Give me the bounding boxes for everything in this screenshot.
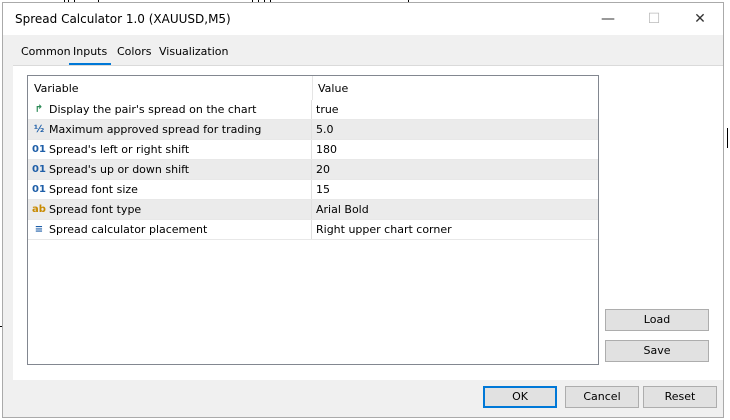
- variable-name: Spread's left or right shift: [49, 143, 190, 156]
- grid-row[interactable]: 01 Spread's up or down shift 20: [28, 160, 598, 180]
- variable-name: Spread calculator placement: [49, 223, 208, 236]
- variable-cell: ½ Maximum approved spread for trading: [28, 120, 312, 139]
- value-cell[interactable]: Right upper chart corner: [312, 220, 598, 239]
- grid-row[interactable]: ab Spread font type Arial Bold: [28, 200, 598, 220]
- maximize-icon: ☐: [647, 11, 661, 27]
- cancel-button[interactable]: Cancel: [565, 386, 639, 408]
- value-cell[interactable]: Arial Bold: [312, 200, 598, 219]
- fraction-icon: ½: [33, 124, 45, 135]
- variable-cell: 01 Spread's up or down shift: [28, 160, 312, 179]
- save-button[interactable]: Save: [605, 340, 709, 362]
- tab-visualization[interactable]: Visualization: [155, 43, 232, 63]
- grid-row[interactable]: ↱ Display the pair's spread on the chart t…: [28, 100, 598, 120]
- ok-button[interactable]: OK: [483, 386, 557, 408]
- value-cell[interactable]: 15: [312, 180, 598, 199]
- tab-inputs[interactable]: Inputs: [69, 43, 112, 65]
- tab-common[interactable]: Common: [17, 43, 75, 63]
- load-button[interactable]: Load: [605, 309, 709, 331]
- variable-name: Spread's up or down shift: [49, 163, 190, 176]
- variable-name: Spread font type: [49, 203, 142, 216]
- minimize-icon: —: [601, 11, 615, 27]
- variable-cell: 01 Spread font size: [28, 180, 312, 199]
- enum-icon: ≡: [34, 224, 44, 235]
- grid-header: Variable Value: [28, 76, 598, 100]
- integer-icon: 01: [32, 164, 46, 175]
- inputs-grid: Variable Value ↱ Display the pair's sprea…: [27, 75, 599, 365]
- value-cell[interactable]: 20: [312, 160, 598, 179]
- background-chart-edge: [724, 0, 730, 420]
- properties-dialog: Spread Calculator 1.0 (XAUUSD,M5) — ☐ ✕ …: [2, 2, 724, 418]
- close-icon: ✕: [694, 11, 706, 27]
- grid-row[interactable]: ≡ Spread calculator placement Right upper …: [28, 220, 598, 240]
- minimize-button[interactable]: —: [585, 3, 631, 35]
- value-cell[interactable]: 180: [312, 140, 598, 159]
- column-header-variable[interactable]: Variable: [28, 76, 312, 100]
- background-chart-line: [727, 128, 728, 148]
- variable-name: Spread font size: [49, 183, 138, 196]
- variable-name: Maximum approved spread for trading: [49, 123, 262, 136]
- column-header-value[interactable]: Value: [312, 76, 598, 100]
- integer-icon: 01: [32, 144, 46, 155]
- grid-row[interactable]: ½ Maximum approved spread for trading 5.0: [28, 120, 598, 140]
- reset-button[interactable]: Reset: [643, 386, 717, 408]
- window-title: Spread Calculator 1.0 (XAUUSD,M5): [15, 12, 231, 26]
- title-bar: Spread Calculator 1.0 (XAUUSD,M5) — ☐ ✕: [3, 3, 723, 35]
- variable-cell: ↱ Display the pair's spread on the chart: [28, 100, 312, 119]
- bool-arrow-icon: ↱: [34, 104, 44, 115]
- variable-name: Display the pair's spread on the chart: [49, 103, 257, 116]
- tab-colors[interactable]: Colors: [113, 43, 155, 63]
- variable-cell: 01 Spread's left or right shift: [28, 140, 312, 159]
- integer-icon: 01: [32, 184, 46, 195]
- value-cell[interactable]: true: [312, 100, 598, 119]
- close-button[interactable]: ✕: [677, 3, 723, 35]
- value-cell[interactable]: 5.0: [312, 120, 598, 139]
- variable-cell: ab Spread font type: [28, 200, 312, 219]
- variable-cell: ≡ Spread calculator placement: [28, 220, 312, 239]
- maximize-button: ☐: [631, 3, 677, 35]
- grid-row[interactable]: 01 Spread's left or right shift 180: [28, 140, 598, 160]
- grid-row[interactable]: 01 Spread font size 15: [28, 180, 598, 200]
- string-icon: ab: [32, 204, 46, 215]
